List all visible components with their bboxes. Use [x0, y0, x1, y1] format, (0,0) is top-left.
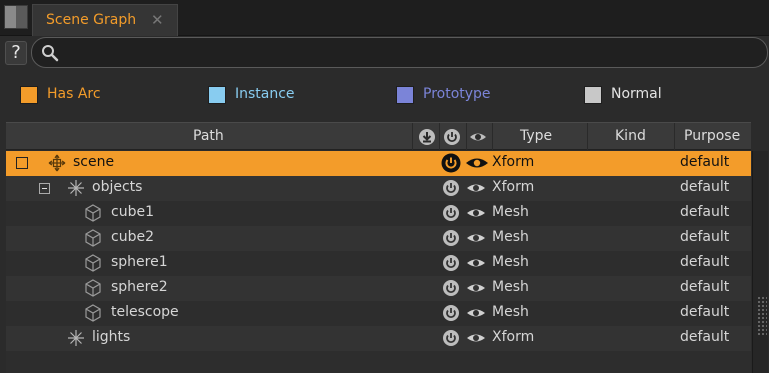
tree-row-cube1[interactable]: cube1 Mesh default: [6, 201, 751, 226]
eye-icon[interactable]: [466, 329, 486, 347]
row-name: objects: [92, 179, 143, 195]
mesh-icon: [85, 304, 101, 322]
scene-graph-tree: scene Xform default objects Xform defaul…: [6, 151, 751, 373]
empty-row: [6, 351, 751, 373]
mesh-icon: [85, 204, 101, 222]
legend-label: Prototype: [423, 86, 491, 102]
tree-row-objects[interactable]: objects Xform default: [6, 176, 751, 201]
row-purpose: default: [680, 279, 730, 295]
vertical-scrollbar[interactable]: [752, 151, 768, 373]
search-input[interactable]: [62, 42, 752, 64]
power-icon[interactable]: [441, 153, 461, 173]
row-type: Mesh: [492, 279, 529, 295]
tab-label: Scene Graph: [46, 12, 137, 28]
row-purpose: default: [680, 329, 730, 345]
row-type: Xform: [492, 329, 535, 345]
tree-row-scene[interactable]: scene Xform default: [6, 151, 751, 176]
legend-swatch: [208, 86, 226, 104]
legend-swatch: [20, 86, 38, 104]
eye-icon[interactable]: [466, 204, 486, 222]
row-type: Xform: [492, 179, 535, 195]
tree-row-sphere2[interactable]: sphere2 Mesh default: [6, 276, 751, 301]
collapse-toggle[interactable]: [16, 157, 28, 169]
column-header-path[interactable]: Path: [193, 128, 224, 144]
column-header-purpose[interactable]: Purpose: [684, 128, 740, 144]
mesh-icon: [85, 229, 101, 247]
search-field[interactable]: [31, 37, 768, 68]
row-name: scene: [73, 154, 115, 170]
resize-grip-icon[interactable]: [757, 296, 767, 336]
legend-label: Normal: [611, 86, 662, 102]
row-name: sphere1: [111, 254, 168, 270]
row-purpose: default: [680, 179, 730, 195]
power-icon[interactable]: [443, 128, 461, 146]
power-icon[interactable]: [442, 229, 460, 247]
legend-swatch: [584, 86, 602, 104]
row-type: Mesh: [492, 304, 529, 320]
mesh-icon: [85, 254, 101, 272]
row-name: cube1: [111, 204, 154, 220]
mesh-icon: [85, 279, 101, 297]
eye-icon[interactable]: [466, 254, 486, 272]
collapse-toggle[interactable]: [39, 183, 50, 194]
search-icon: [42, 45, 59, 62]
column-header-kind[interactable]: Kind: [615, 128, 646, 144]
legend-swatch: [396, 86, 414, 104]
row-name: lights: [92, 329, 131, 345]
row-type: Mesh: [492, 254, 529, 270]
power-icon[interactable]: [442, 254, 460, 272]
row-name: telescope: [111, 304, 179, 320]
row-name: cube2: [111, 229, 154, 245]
help-button[interactable]: ?: [5, 41, 27, 65]
tab-bar: Scene Graph ✕: [0, 0, 769, 36]
close-icon[interactable]: ✕: [151, 11, 164, 29]
row-type: Mesh: [492, 229, 529, 245]
xform-icon: [68, 180, 84, 196]
panel-menu-icon[interactable]: [4, 5, 28, 29]
tree-row-sphere1[interactable]: sphere1 Mesh default: [6, 251, 751, 276]
tree-row-cube2[interactable]: cube2 Mesh default: [6, 226, 751, 251]
eye-icon[interactable]: [466, 179, 486, 197]
eye-icon[interactable]: [466, 279, 486, 297]
row-purpose: default: [680, 254, 730, 270]
eye-icon[interactable]: [466, 229, 486, 247]
power-icon[interactable]: [442, 304, 460, 322]
table-header: Path Type Kind Purpose: [6, 122, 751, 151]
legend-label: Has Arc: [47, 86, 101, 102]
power-icon[interactable]: [442, 279, 460, 297]
power-icon[interactable]: [442, 204, 460, 222]
download-icon[interactable]: [418, 128, 436, 146]
scene-root-icon: [48, 154, 66, 172]
row-purpose: default: [680, 154, 730, 170]
row-purpose: default: [680, 304, 730, 320]
row-type: Mesh: [492, 204, 529, 220]
row-name: sphere2: [111, 279, 168, 295]
eye-icon[interactable]: [465, 154, 489, 172]
legend-label: Instance: [235, 86, 295, 102]
power-icon[interactable]: [442, 179, 460, 197]
eye-icon[interactable]: [466, 304, 486, 322]
tab-scene-graph[interactable]: Scene Graph ✕: [32, 4, 178, 36]
row-purpose: default: [680, 204, 730, 220]
eye-icon[interactable]: [469, 128, 487, 146]
power-icon[interactable]: [442, 329, 460, 347]
tree-row-telescope[interactable]: telescope Mesh default: [6, 301, 751, 326]
tree-row-lights[interactable]: lights Xform default: [6, 326, 751, 351]
column-header-type[interactable]: Type: [520, 128, 552, 144]
row-purpose: default: [680, 229, 730, 245]
xform-icon: [68, 330, 84, 346]
row-type: Xform: [492, 154, 535, 170]
